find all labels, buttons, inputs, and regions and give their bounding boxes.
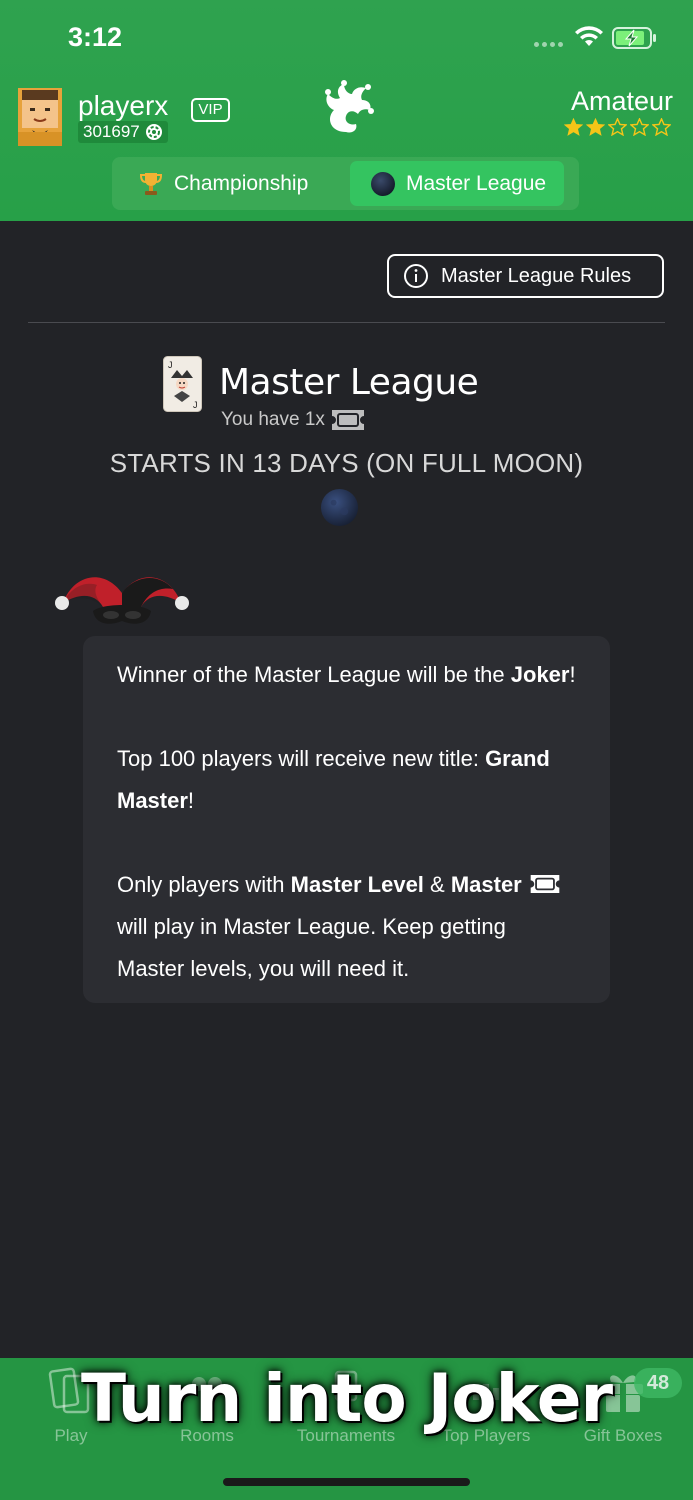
wifi-icon bbox=[575, 26, 603, 46]
avatar[interactable] bbox=[18, 88, 62, 146]
star-empty-icon bbox=[608, 118, 627, 136]
app-header: 3:12 playerx VIP 301697 Amateur Champion… bbox=[0, 0, 693, 221]
tab-master-league[interactable]: Master League bbox=[350, 161, 565, 206]
info-top-players: Top 100 players will receive new title: … bbox=[117, 746, 550, 813]
star-filled-icon bbox=[586, 118, 605, 136]
cellular-signal-icon bbox=[534, 42, 563, 47]
tab-master-label: Master League bbox=[406, 171, 547, 195]
vip-badge[interactable]: VIP bbox=[191, 98, 230, 122]
divider bbox=[28, 322, 665, 323]
coin-balance[interactable]: 301697 bbox=[78, 121, 168, 143]
status-bar: 3:12 bbox=[0, 0, 693, 76]
svg-text:J: J bbox=[168, 360, 173, 370]
rank-title: Amateur bbox=[570, 86, 673, 116]
star-filled-icon bbox=[564, 118, 583, 136]
home-indicator[interactable] bbox=[223, 1478, 470, 1486]
trophy-icon bbox=[139, 172, 163, 195]
league-tabs: Championship Master League bbox=[112, 157, 579, 210]
ticket-count-text: You have 1x bbox=[221, 409, 325, 430]
master-league-rules-button[interactable]: Master League Rules bbox=[387, 254, 664, 298]
ticket-icon bbox=[331, 410, 364, 430]
coin-amount: 301697 bbox=[83, 122, 140, 141]
full-moon-icon bbox=[320, 488, 359, 527]
joker-card-icon: J J bbox=[163, 356, 202, 412]
promo-caption: Turn into Joker bbox=[80, 1360, 613, 1437]
moon-icon bbox=[371, 171, 395, 196]
star-empty-icon bbox=[652, 118, 671, 136]
chip-icon bbox=[145, 124, 162, 140]
jester-logo-icon bbox=[325, 80, 374, 133]
battery-charging-icon bbox=[612, 27, 656, 49]
rules-button-label: Master League Rules bbox=[441, 264, 632, 287]
jester-hat-icon bbox=[55, 577, 189, 624]
tab-championship-label: Championship bbox=[174, 171, 309, 195]
info-requirements: Only players with Master Level & Master … bbox=[117, 864, 576, 990]
svg-text:J: J bbox=[193, 400, 198, 410]
status-time: 3:12 bbox=[68, 22, 123, 52]
tab-championship[interactable]: Championship bbox=[122, 161, 324, 206]
ticket-icon bbox=[530, 875, 560, 893]
ticket-count: You have 1x bbox=[221, 408, 367, 432]
rank-stars bbox=[564, 118, 671, 136]
username: playerx bbox=[78, 90, 169, 121]
info-winner: Winner of the Master League will be the … bbox=[117, 662, 576, 687]
league-info-box: Winner of the Master League will be the … bbox=[83, 636, 610, 1003]
star-empty-icon bbox=[630, 118, 649, 136]
league-title: Master League bbox=[219, 362, 479, 403]
start-countdown: STARTS IN 13 DAYS (ON FULL MOON) bbox=[109, 448, 584, 478]
info-icon bbox=[404, 264, 428, 288]
